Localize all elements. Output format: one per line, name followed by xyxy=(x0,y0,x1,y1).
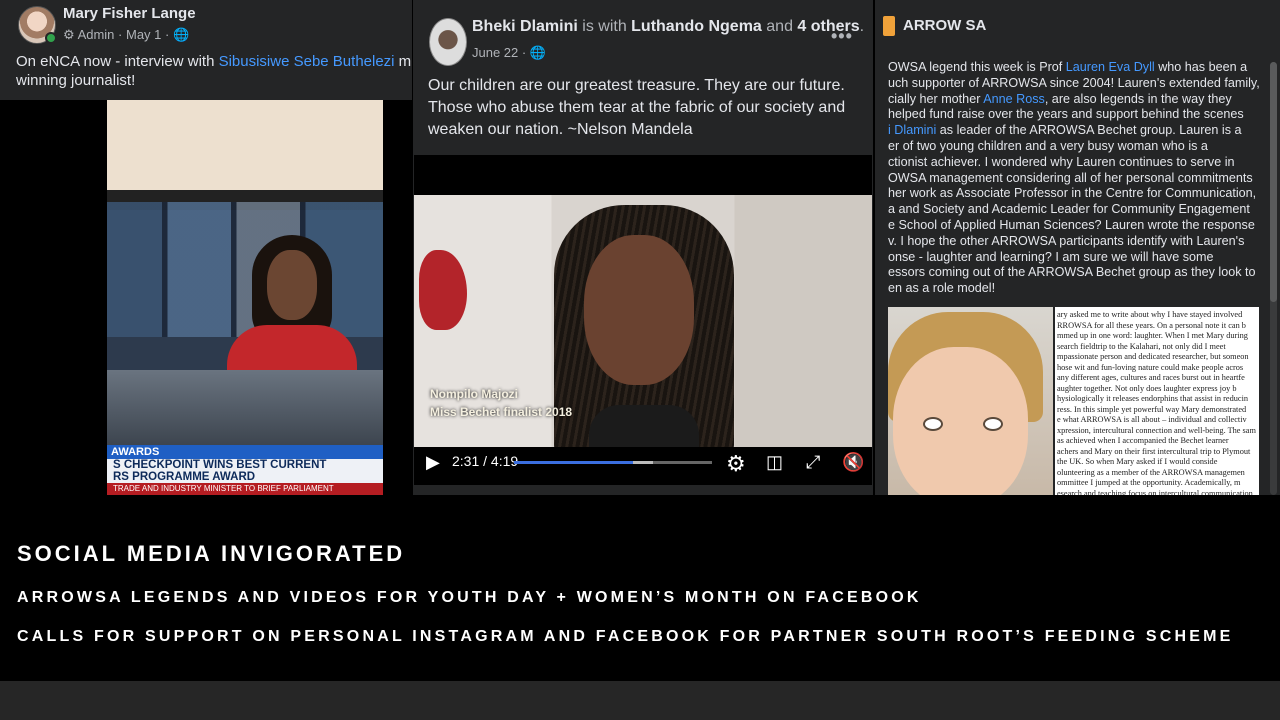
document-line: xpression, intercultural connection and … xyxy=(1057,425,1256,435)
document-line: ommittee I jumped at the opportunity. Ac… xyxy=(1057,478,1241,487)
post-text-line: i Dlamini as leader of the ARROWSA Beche… xyxy=(888,123,1242,138)
footer-bar xyxy=(0,681,1280,720)
post-bheki-dlamini: Bheki Dlamini is with Luthando Ngema and… xyxy=(413,0,873,495)
post-author[interactable]: Bheki Dlamini xyxy=(472,18,578,35)
video-frame: Nompilo Majozi Miss Bechet finalist 2018 xyxy=(414,195,872,465)
tagged-link[interactable]: Lauren Eva Dyll xyxy=(1066,60,1155,74)
buffered-bar xyxy=(632,461,653,464)
scrollbar-thumb[interactable] xyxy=(1270,62,1277,302)
tagged-link[interactable]: i Dlamini xyxy=(888,123,936,137)
post-text-line: a and Society and Academic Leader for Co… xyxy=(888,202,1250,217)
post-text-line: er of two young children and a very busy… xyxy=(888,138,1208,153)
document-line: ary asked me to write about why I have s… xyxy=(1057,310,1243,319)
document-line: as achieved when I accompanied the Beche… xyxy=(1057,436,1229,445)
response-document[interactable]: ary asked me to write about why I have s… xyxy=(1055,307,1259,495)
document-line: olunteering as a member of the ARROWSA m… xyxy=(1057,467,1245,477)
tagged-link[interactable]: Anne Ross xyxy=(983,92,1045,106)
mute-icon[interactable]: 🔇 xyxy=(842,452,864,473)
page-name[interactable]: ARROW SA xyxy=(903,17,986,34)
author-role: Admin xyxy=(77,27,115,42)
admin-badge-icon: ⚙ xyxy=(63,27,75,42)
progress-bar[interactable] xyxy=(514,461,712,464)
post-text-line: ctionist achiever. I wondered why Lauren… xyxy=(888,154,1235,169)
document-line: mmed up in one word: laughter. When I me… xyxy=(1057,331,1248,340)
document-line: e what ARROWSA is all about – individual… xyxy=(1057,415,1247,424)
post-text-line: uch supporter of ARROWSA since 2004! Lau… xyxy=(888,75,1260,90)
post-author-line: Bheki Dlamini is with Luthando Ngema and… xyxy=(472,18,865,35)
post-text-line: cially her mother Anne Ross, are also le… xyxy=(888,91,1232,106)
tagged-link[interactable]: Sibusisiwe Sebe Buthelezi xyxy=(219,53,395,70)
globe-icon: 🌐 xyxy=(172,27,190,42)
post-text-line: en as a role model! xyxy=(888,281,996,296)
news-desk xyxy=(107,370,383,450)
video-player[interactable]: Nompilo Majozi Miss Bechet finalist 2018… xyxy=(414,155,872,485)
post-text-line: v. I hope the other ARROWSA participants… xyxy=(888,233,1245,248)
more-options-icon[interactable]: ••• xyxy=(831,26,853,47)
video-caption: Nompilo Majozi Miss Bechet finalist 2018 xyxy=(430,387,573,419)
globe-icon: 🌐 xyxy=(529,45,547,60)
video-controls: ▶ 2:31 / 4:19 ⚙ ◫ ⤢ 🔇 xyxy=(414,447,872,485)
lauren-photo[interactable] xyxy=(888,307,1053,495)
document-line: hysiologically it releases endorphins th… xyxy=(1057,394,1249,403)
post-text-line: helped fund raise over the years and sup… xyxy=(888,107,1244,122)
post-mary-fisher-lange: Mary Fisher Lange ⚙ Admin · May 1 · 🌐 On… xyxy=(0,0,412,495)
post-date[interactable]: May 1 xyxy=(126,27,161,42)
document-line: mpassionate person and dedicated researc… xyxy=(1057,352,1249,361)
page-avatar[interactable] xyxy=(883,16,895,36)
document-line: any different ages, cultures and races b… xyxy=(1057,373,1245,382)
document-line: ress. In this simple yet powerful way Ma… xyxy=(1057,404,1247,414)
post-meta: June 22 · 🌐 xyxy=(472,45,547,60)
post-author[interactable]: Mary Fisher Lange xyxy=(63,5,196,22)
document-line: the UK. So when Mary asked if I would co… xyxy=(1057,457,1218,466)
picture-in-picture-icon[interactable]: ◫ xyxy=(766,452,783,473)
post-header: Mary Fisher Lange ⚙ Admin · May 1 · 🌐 On… xyxy=(0,0,412,100)
post-meta: ⚙ Admin · May 1 · 🌐 xyxy=(63,27,190,42)
progress-fill xyxy=(514,461,633,464)
post-text-line: OWSA legend this week is Prof Lauren Eva… xyxy=(888,60,1248,74)
news-ticker: AWARDS S CHECKPOINT WINS BEST CURRENT RS… xyxy=(107,445,383,495)
post-text: Our children are our greatest treasure. … xyxy=(428,77,846,138)
post-text: On eNCA now - interview with Sibusisiwe … xyxy=(16,53,412,89)
rose-image xyxy=(419,250,467,330)
banner-heading: SOCIAL MEDIA INVIGORATED xyxy=(17,541,406,566)
post-text-line: her work as Associate Professor in the C… xyxy=(888,186,1257,201)
document-line: aughter together. Not only does laughter… xyxy=(1057,383,1237,393)
document-line: search fieldtrip to the Kalahari, not on… xyxy=(1057,341,1226,351)
post-text-line: onse - laughter and learning? I am sure … xyxy=(888,249,1214,264)
play-icon[interactable]: ▶ xyxy=(426,452,440,473)
post-arrow-sa: ARROW SA OWSA legend this week is Prof L… xyxy=(875,0,1280,495)
document-line: RROWSA for all these years. On a persona… xyxy=(1057,320,1246,330)
document-line: hose wit and fun-loving nature could mak… xyxy=(1057,362,1244,372)
document-line: achers and Mary on their first intercult… xyxy=(1057,446,1251,456)
caption-banner: SOCIAL MEDIA INVIGORATED ARROWSA LEGENDS… xyxy=(0,495,1280,681)
post-text-line: OWSA management considering all of her p… xyxy=(888,170,1253,185)
post-date[interactable]: June 22 xyxy=(472,45,518,60)
fullscreen-icon[interactable]: ⤢ xyxy=(806,452,820,473)
banner-line-1: ARROWSA LEGENDS AND VIDEOS FOR YOUTH DAY… xyxy=(17,589,922,606)
tagged-user[interactable]: Luthando Ngema xyxy=(631,18,762,35)
post-text: OWSA legend this week is Prof Lauren Eva… xyxy=(888,60,1260,297)
post-photo-tv-interview[interactable]: AWARDS S CHECKPOINT WINS BEST CURRENT RS… xyxy=(107,100,383,495)
settings-gear-icon[interactable]: ⚙ xyxy=(726,451,746,477)
post-text-line: e School of Applied Human Sciences? Laur… xyxy=(888,217,1255,232)
video-time: 2:31 / 4:19 xyxy=(452,453,519,469)
banner-line-2: CALLS FOR SUPPORT ON PERSONAL INSTAGRAM … xyxy=(17,628,1234,645)
post-text-line: essors coming out of the ARROWSA Bechet … xyxy=(888,265,1256,280)
online-status-icon xyxy=(45,32,57,44)
avatar[interactable] xyxy=(429,18,467,66)
